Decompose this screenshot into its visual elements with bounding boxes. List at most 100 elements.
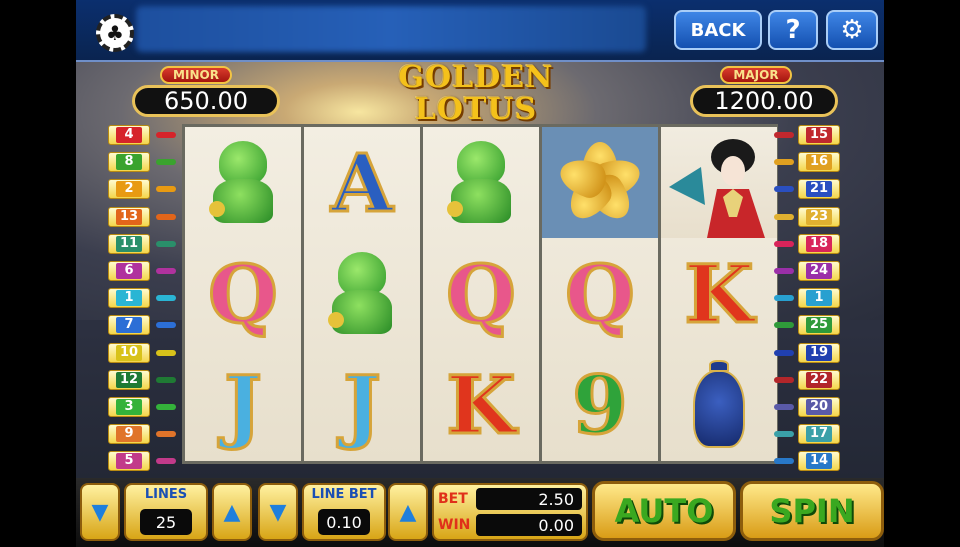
geisha-icon: [661, 127, 777, 238]
payline-tag[interactable]: 22: [798, 369, 840, 390]
payline-pip: [774, 458, 794, 465]
letter-q: Q: [207, 246, 280, 341]
payline-tag[interactable]: 3: [108, 397, 150, 417]
letter-j: J: [223, 357, 264, 452]
payline-tag[interactable]: 13: [108, 206, 150, 227]
lines-control: LINES 25: [124, 483, 208, 541]
linebet-label: LINE BET: [311, 487, 377, 502]
payline-tag[interactable]: 12: [108, 369, 150, 390]
payline-number: 12: [116, 371, 142, 388]
payline-pip: [774, 159, 794, 166]
reel-1: Q J: [185, 127, 301, 461]
payline-tag[interactable]: 4: [108, 125, 150, 145]
payline-tag[interactable]: 1: [798, 288, 840, 309]
payline-number: 8: [116, 154, 142, 171]
spin-button[interactable]: SPIN: [740, 481, 884, 541]
payline-tag[interactable]: 25: [798, 315, 840, 336]
minor-jackpot-value: 650.00: [132, 85, 280, 117]
payline-tag[interactable]: 24: [798, 261, 840, 281]
bet-label: BET: [438, 491, 468, 507]
auto-button[interactable]: AUTO: [592, 481, 736, 541]
club-chip-icon[interactable]: ♣: [96, 14, 134, 52]
payline-tag[interactable]: 2: [108, 179, 150, 200]
symbol-letter: 9: [542, 349, 658, 460]
payline-tag[interactable]: 23: [798, 206, 840, 227]
golden-lotus-icon: [542, 127, 658, 238]
payline-number: 24: [806, 263, 832, 279]
letter-q: Q: [445, 246, 518, 341]
payline-tag[interactable]: 16: [798, 152, 840, 173]
payline-tag[interactable]: 19: [798, 342, 840, 363]
payline-pip: [774, 240, 794, 247]
payline-pip: [774, 213, 794, 220]
symbol-letter: J: [185, 349, 301, 460]
payline-pip: [156, 132, 176, 138]
payline-tag[interactable]: 21: [798, 179, 840, 200]
payline-tag[interactable]: 18: [798, 233, 840, 254]
symbol-geisha: [661, 127, 777, 238]
payline-tag[interactable]: 7: [108, 315, 150, 336]
payline-tag[interactable]: 8: [108, 152, 150, 173]
win-label: WIN: [438, 517, 471, 533]
payline-tag[interactable]: 10: [108, 342, 150, 363]
payline-number: 16: [806, 154, 832, 171]
payline-number: 22: [806, 371, 832, 388]
letter-k: K: [445, 357, 518, 452]
payline-number: 10: [116, 344, 142, 361]
settings-button[interactable]: ⚙: [826, 10, 878, 50]
logo-line-1: GOLDEN: [398, 60, 554, 95]
triangle-up-icon: ▲: [223, 499, 241, 525]
payline-number: 20: [806, 399, 832, 415]
payline-tag[interactable]: 20: [798, 397, 840, 417]
payline-pip: [774, 322, 794, 329]
help-button[interactable]: ?: [768, 10, 818, 50]
symbol-letter: K: [661, 238, 777, 349]
payline-pip: [156, 213, 176, 220]
linebet-increase-button[interactable]: ▲: [388, 483, 428, 541]
payline-number: 17: [806, 426, 832, 443]
game-stage: ♣ BACK ? ⚙ MINOR 650.00 MAJOR 1200.00 GO…: [76, 0, 884, 547]
back-button[interactable]: BACK: [674, 10, 762, 50]
payline-tag[interactable]: 11: [108, 233, 150, 254]
letter-q: Q: [564, 246, 637, 341]
major-jackpot-label: MAJOR: [720, 66, 792, 84]
payline-number: 19: [806, 344, 832, 361]
payline-tag[interactable]: 1: [108, 288, 150, 309]
payline-pip: [156, 186, 176, 193]
payline-tag[interactable]: 14: [798, 451, 840, 472]
triangle-down-icon: ▼: [91, 499, 109, 525]
lines-decrease-button[interactable]: ▼: [80, 483, 120, 541]
payline-tag[interactable]: 17: [798, 424, 840, 445]
payline-tag[interactable]: 9: [108, 424, 150, 445]
major-jackpot-value: 1200.00: [690, 85, 838, 117]
symbol-letter: A: [304, 127, 420, 238]
lines-increase-button[interactable]: ▲: [212, 483, 252, 541]
linebet-decrease-button[interactable]: ▼: [258, 483, 298, 541]
minor-jackpot-label: MINOR: [160, 66, 232, 84]
payline-pip: [774, 349, 794, 356]
payline-tag[interactable]: 5: [108, 451, 150, 472]
payline-number: 13: [116, 208, 142, 225]
reel-5: K: [661, 127, 777, 461]
payline-pip: [774, 186, 794, 193]
payline-number: 23: [806, 208, 832, 225]
payline-number: 5: [116, 453, 142, 470]
symbol-lion: [304, 238, 420, 349]
payline-tag[interactable]: 15: [798, 125, 840, 145]
payline-tag[interactable]: 6: [108, 261, 150, 281]
payline-pip: [156, 376, 176, 383]
win-value: 0.00: [476, 514, 582, 536]
payline-pip: [156, 268, 176, 274]
lines-value: 25: [140, 509, 192, 535]
bet-row: BET 2.50: [438, 487, 582, 511]
lion-icon: [326, 251, 398, 336]
letter-j: J: [342, 357, 383, 452]
payline-pip: [156, 322, 176, 329]
payline-pip: [156, 458, 176, 465]
payline-pip: [156, 295, 176, 302]
payline-number: 7: [116, 317, 142, 334]
linebet-control: LINE BET 0.10: [302, 483, 386, 541]
payline-number: 25: [806, 317, 832, 334]
payline-number: 14: [806, 453, 832, 470]
payline-pip: [774, 431, 794, 438]
